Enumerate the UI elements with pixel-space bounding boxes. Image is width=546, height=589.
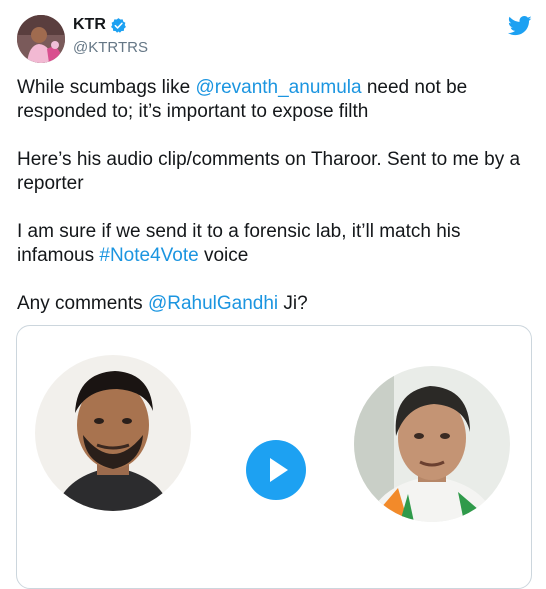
play-button[interactable] [246, 440, 306, 500]
mention-link[interactable]: @revanth_anumula [195, 77, 361, 98]
author-handle[interactable]: @KTRTRS [73, 39, 148, 56]
media-card[interactable] [16, 325, 532, 589]
avatar-image [17, 15, 65, 63]
portrait-right [354, 366, 510, 522]
portrait-right-image [354, 366, 510, 522]
portrait-left [35, 355, 191, 511]
twitter-bird-icon[interactable] [508, 16, 532, 36]
text-span: While scumbags like [17, 77, 196, 98]
text-span: voice [198, 245, 249, 266]
author-name-row: KTR [73, 16, 127, 34]
tweet-paragraph: I am sure if we send it to a forensic la… [17, 220, 532, 268]
portrait-left-image [35, 355, 191, 511]
tweet-paragraph: Any comments @RahulGandhi Ji? [17, 292, 532, 316]
avatar[interactable] [17, 15, 65, 63]
tweet: KTR @KTRTRS While scumbags like @revanth… [0, 0, 546, 589]
tweet-paragraph: While scumbags like @revanth_anumula nee… [17, 76, 532, 124]
mention-link[interactable]: @RahulGandhi [148, 293, 278, 314]
play-icon [270, 458, 288, 482]
text-span: Any comments [17, 293, 148, 314]
hashtag-link[interactable]: #Note4Vote [99, 245, 198, 266]
tweet-text: While scumbags like @revanth_anumula nee… [17, 76, 532, 340]
verified-badge-icon [110, 17, 126, 33]
tweet-paragraph: Here’s his audio clip/comments on Tharoo… [17, 149, 521, 194]
author-name[interactable]: KTR [73, 16, 106, 34]
text-span: Ji? [278, 293, 308, 314]
